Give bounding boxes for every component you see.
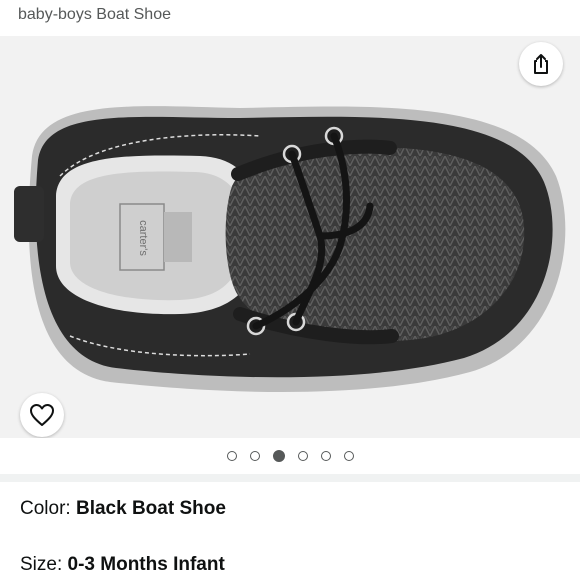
size-value: 0-3 Months Infant	[67, 554, 225, 575]
svg-text:carter's: carter's	[137, 220, 149, 256]
size-attribute[interactable]: Size: 0-3 Months Infant	[20, 554, 225, 576]
carousel-dot[interactable]	[343, 451, 354, 461]
section-divider	[0, 474, 580, 482]
carousel-dot[interactable]	[226, 451, 237, 461]
color-value: Black Boat Shoe	[75, 498, 226, 519]
size-label: Size:	[20, 554, 68, 575]
share-icon	[534, 54, 548, 74]
carousel-dot-active[interactable]	[272, 450, 285, 462]
favorite-button[interactable]	[20, 393, 64, 437]
carousel-dot[interactable]	[297, 451, 308, 461]
carousel-dot[interactable]	[320, 451, 331, 461]
color-label: Color:	[20, 498, 76, 519]
product-image-gallery[interactable]: carter's	[0, 36, 580, 438]
image-carousel-dots[interactable]	[0, 446, 580, 466]
color-attribute: Color: Black Boat Shoe	[20, 498, 226, 520]
carousel-dot[interactable]	[249, 451, 260, 461]
product-image[interactable]: carter's	[0, 36, 580, 438]
heart-outline-icon	[30, 404, 54, 426]
share-button[interactable]	[519, 42, 563, 86]
product-title: baby-boys Boat Shoe	[18, 6, 171, 23]
